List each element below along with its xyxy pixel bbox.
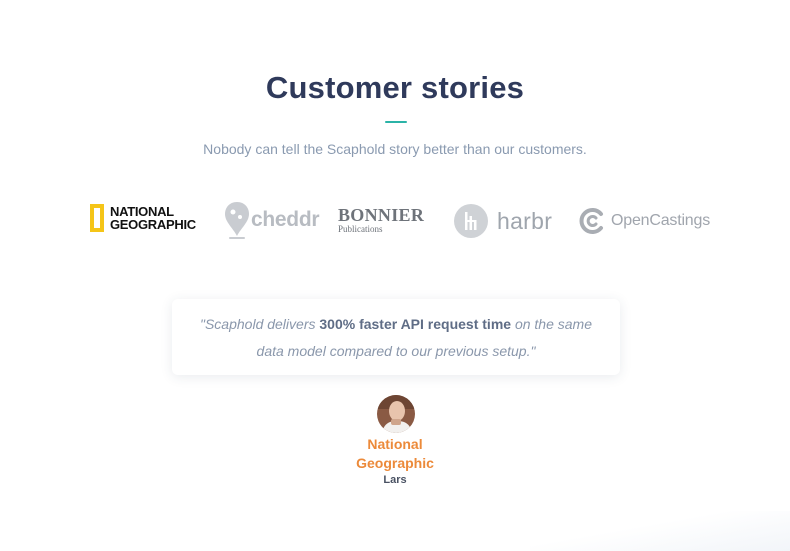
company-line2: Geographic bbox=[356, 455, 434, 471]
harbr-circle-icon bbox=[454, 204, 488, 238]
cheddr-logo: cheddr bbox=[223, 200, 320, 240]
cheddr-logo-text: cheddr bbox=[251, 208, 320, 231]
opencastings-logo-text: OpenCastings bbox=[611, 212, 710, 229]
testimonial-company: National Geographic bbox=[0, 435, 790, 473]
ng-yellow-frame-icon bbox=[90, 204, 104, 232]
testimonial-card: "Scaphold delivers 300% faster API reque… bbox=[172, 299, 620, 375]
title-divider bbox=[385, 121, 407, 123]
company-line1: National bbox=[367, 436, 423, 452]
testimonial-quote: "Scaphold delivers 300% faster API reque… bbox=[186, 311, 606, 365]
bonnier-logo-main: BONNIER bbox=[338, 205, 425, 225]
national-geographic-logo: NATIONAL GEOGRAPHIC bbox=[90, 204, 196, 232]
customer-logos: NATIONAL GEOGRAPHIC cheddr BONNIER Publi… bbox=[0, 196, 790, 248]
section-subtitle: Nobody can tell the Scaphold story bette… bbox=[203, 141, 587, 157]
quote-highlight: 300% faster API request time bbox=[319, 316, 512, 332]
bonnier-logo-sub: Publications bbox=[338, 224, 383, 234]
quote-text-start: "Scaphold delivers bbox=[200, 316, 320, 332]
harbr-logo: harbr bbox=[453, 203, 552, 239]
testimonial-person: Lars bbox=[383, 474, 407, 486]
ng-logo-line2: GEOGRAPHIC bbox=[110, 217, 196, 232]
opencastings-logo: OpenCastings bbox=[579, 207, 710, 235]
section-title: Customer stories bbox=[265, 70, 525, 105]
harbr-logo-text: harbr bbox=[497, 207, 553, 234]
background-corner-wash bbox=[530, 511, 790, 551]
bonnier-logo: BONNIER Publications bbox=[338, 206, 424, 234]
opencastings-c-icon bbox=[579, 208, 603, 234]
cheddr-pin-icon bbox=[225, 202, 249, 239]
avatar bbox=[377, 395, 415, 433]
